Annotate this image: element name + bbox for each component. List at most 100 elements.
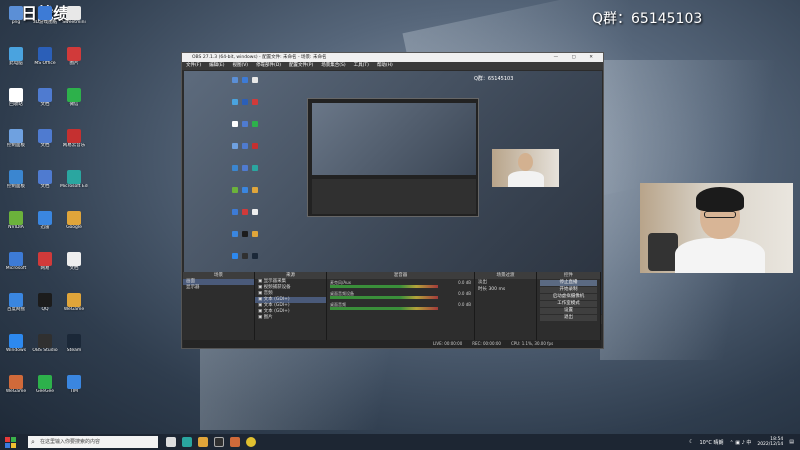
person-shirt [675,238,765,273]
desktop-icon[interactable]: NVIDIA [2,211,30,241]
desktop-icon-label: OBS Studio [32,348,58,353]
desktop-icon[interactable]: GeeGee [31,375,59,405]
volume-meter[interactable] [330,307,438,310]
desktop-icon[interactable]: 回收站 [2,88,30,118]
desktop-icon[interactable]: Steam [60,334,88,364]
preview-desktop-icon [252,209,258,215]
desktop-icon[interactable]: 文档 [60,252,88,282]
controls-list[interactable]: 停止直播 开始录制 启动虚拟摄像机 工作室模式 设置 退出 [537,280,600,321]
desktop-icon[interactable]: Microsoft Edge [60,170,88,200]
transition-duration-value[interactable]: 300 ms [488,287,505,292]
start-button[interactable] [4,435,18,449]
obs-menu-item[interactable]: 停靠部件(D) [256,62,281,70]
obs-menu-item[interactable]: 配置文件(P) [289,62,313,70]
task-view-icon[interactable] [166,437,176,447]
control-button[interactable]: 开始录制 [540,287,597,293]
desktop-icon[interactable]: 3D游戏图纸 [31,6,59,36]
sources-dock[interactable]: 来源 ▣ 显示器采集 ▣ 视频捕获设备 ▣ 音频 ▣ 文本 (GDI+) ▣ 文本 (G… [255,272,327,345]
controls-dock[interactable]: 控件 停止直播 开始录制 启动虚拟摄像机 工作室模式 设置 退出 [537,272,601,345]
obs-menu-item[interactable]: 编辑(E) [209,62,224,70]
obs-menu-item[interactable]: 文件(F) [186,62,201,70]
desktop-icon[interactable]: 控制面板 [2,129,30,159]
source-list[interactable]: ▣ 显示器采集 ▣ 视频捕获设备 ▣ 音频 ▣ 文本 (GDI+) ▣ 文本 (GDI+… [255,279,326,321]
desktop-icon[interactable]: 文档 [31,88,59,118]
scenes-dock[interactable]: 场景 画面 显示器 [183,272,255,345]
desktop-icon-label: 文档 [69,266,79,271]
desktop-icon[interactable]: 文档 [31,129,59,159]
desktop-icon-label: 网易 [40,266,50,271]
desktop-icon[interactable]: 控制面板 [2,170,30,200]
desktop-icon[interactable]: Microsoft [2,252,30,282]
obs-menu-item[interactable]: 场景集合(S) [321,62,345,70]
obs-docks: 场景 画面 显示器 来源 ▣ 显示器采集 ▣ 视频捕获设备 ▣ 音频 ▣ 文本 (GDI… [183,272,601,345]
source-item[interactable]: ▣ 图片 [255,315,326,321]
scene-item[interactable]: 显示器 [183,285,254,291]
transition-duration-row[interactable]: 时长 300 ms [475,286,536,293]
obs-menu-item[interactable]: 工具(T) [354,62,369,70]
mixer-dock[interactable]: 混音器 麦克风/Aux 0.0 dB 桌面音频设备 0.0 dB 桌面音频 0.0 dB [327,272,475,345]
desktop-icon[interactable]: TIM [60,375,88,405]
desktop-icon[interactable]: Sweetmini [60,6,88,36]
desktop-icon[interactable]: png [2,6,30,36]
weather-icon[interactable]: ☾ [689,439,693,445]
desktop-icon-label: 图片 [69,61,79,66]
volume-meter[interactable] [330,285,438,288]
preview-desktop-icon [242,231,248,237]
obs-icon[interactable] [214,437,224,447]
window-controls[interactable]: — ▢ ✕ [554,53,599,62]
desktop-icon-glyph [67,293,81,307]
clock[interactable]: 18:54 2022/12/14 [757,437,783,447]
desktop-icon[interactable]: WeGame [2,375,30,405]
preview-desktop-icon [252,187,258,193]
desktop-icon[interactable]: QQ [31,293,59,323]
folder-icon[interactable] [198,437,208,447]
desktop-icon-glyph [9,375,23,389]
desktop-icon[interactable]: MS Office [31,47,59,77]
taskbar-search-input[interactable]: 在这里输入你要搜索的内容 [28,436,158,448]
mixer-channel[interactable]: 桌面音频 0.0 dB [330,302,471,312]
desktop-icon[interactable]: Google [60,211,88,241]
volume-meter[interactable] [330,296,438,299]
mixer-list[interactable]: 麦克风/Aux 0.0 dB 桌面音频设备 0.0 dB 桌面音频 0.0 dB [327,280,474,312]
control-button[interactable]: 启动虚拟摄像机 [540,294,597,300]
desktop-icon-glyph [38,88,52,102]
obs-menu-item[interactable]: 帮助(H) [377,62,393,70]
desktop-icon[interactable]: 此电脑 [2,47,30,77]
desktop-icon[interactable]: WeGame [60,293,88,323]
transition-type[interactable]: 淡出 [475,279,536,286]
chrome-icon[interactable] [246,437,256,447]
desktop-icon-label: Steam [66,348,82,353]
desktop-icon-label: 百度网盘 [7,307,25,312]
preview-desktop-icon [252,231,258,237]
weather-text[interactable]: 10°C 晴朗 [700,439,724,446]
mixer-channel[interactable]: 麦克风/Aux 0.0 dB [330,280,471,290]
desktop-icon[interactable]: Windows [2,334,30,364]
edge-icon[interactable] [182,437,192,447]
scene-list[interactable]: 画面 显示器 [183,279,254,291]
controls-header: 控件 [537,272,600,279]
control-button[interactable]: 设置 [540,308,597,314]
mixer-channel[interactable]: 桌面音频设备 0.0 dB [330,291,471,301]
obs-title-bar[interactable]: OBS 27.1.3 (64-bit, windows) - 配置文件: 未命名… [182,53,603,62]
windows-logo-quad [5,443,10,448]
desktop-icon[interactable]: 网易 [31,252,59,282]
desktop-icon[interactable]: OBS Studio [31,334,59,364]
control-button[interactable]: 退出 [540,315,597,321]
desktop-icon[interactable]: 图片 [60,47,88,77]
desktop-icon[interactable]: 微信 [60,88,88,118]
desktop-icon-glyph [38,6,52,20]
desktop-icon[interactable]: 迅雷 [31,211,59,241]
control-button[interactable]: 停止直播 [540,280,597,286]
desktop-icon[interactable]: 百度网盘 [2,293,30,323]
obs-menu-item[interactable]: 视图(V) [232,62,248,70]
obs-menu-bar[interactable]: 文件(F) 编辑(E) 视图(V) 停靠部件(D) 配置文件(P) 场景集合(S) 工具(T… [182,62,603,70]
transitions-dock[interactable]: 场景过渡 淡出 时长 300 ms [475,272,537,345]
app-icon[interactable] [230,437,240,447]
tray-icons[interactable]: ⌃ ▣ ♪ 中 [729,439,751,446]
preview-desktop-icon [232,209,238,215]
control-button[interactable]: 工作室模式 [540,301,597,307]
notification-icon[interactable]: ▤ [789,439,794,445]
desktop-icon-label: 控制面板 [7,184,25,189]
desktop-icon[interactable]: 文档 [31,170,59,200]
desktop-icon[interactable]: 网易云音乐 [60,129,88,159]
